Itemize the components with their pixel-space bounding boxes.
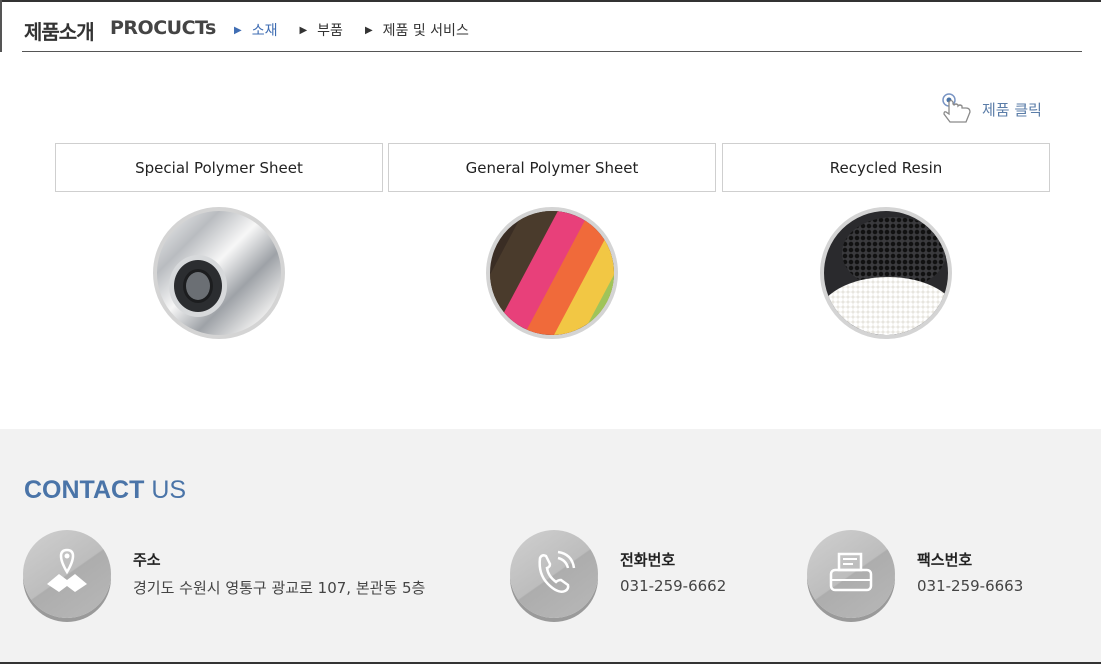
- hint-label: 제품 클릭: [982, 100, 1042, 119]
- resin-pellets-image[interactable]: [820, 207, 952, 339]
- triangle-right-icon: ▶: [234, 24, 242, 36]
- phone-icon: [510, 530, 598, 618]
- tab-label: 부품: [317, 23, 343, 39]
- white-pellets-shape: [824, 277, 948, 335]
- section-header: 제품소개 PROCUCTs ▶ 소재 ▶ 부품 ▶ 제품 및 서비스: [22, 0, 1082, 52]
- contact-phone: 전화번호 031-259-6662: [510, 530, 726, 618]
- tab-products-services[interactable]: ▶ 제품 및 서비스: [365, 20, 469, 40]
- triangle-right-icon: ▶: [299, 24, 308, 36]
- phone-value[interactable]: 031-259-6662: [620, 577, 726, 595]
- contact-heading-strong: CONTACT: [24, 476, 145, 504]
- contact-label: 주소: [133, 551, 161, 569]
- tab-label: 소재: [251, 23, 278, 39]
- product-card-general-polymer[interactable]: General Polymer Sheet: [388, 143, 716, 339]
- contact-label: 전화번호: [620, 551, 676, 569]
- tab-materials[interactable]: ▶ 소재: [234, 20, 277, 40]
- tab-label: 제품 및 서비스: [382, 23, 469, 39]
- fax-value: 031-259-6663: [917, 577, 1024, 595]
- hand-pointer-icon: [942, 93, 971, 123]
- product-label[interactable]: General Polymer Sheet: [388, 143, 716, 192]
- contact-footer: CONTACT US 주소 경기도 수원시 영통구 광교로 107, 본관동 5…: [0, 429, 1101, 664]
- header-left-border: [0, 0, 2, 52]
- map-pin-icon: [23, 530, 111, 618]
- contact-heading: CONTACT US: [24, 476, 186, 505]
- tab-parts[interactable]: ▶ 부품: [299, 20, 342, 40]
- contact-heading-light: US: [151, 476, 187, 504]
- page-title: 제품소개: [24, 20, 95, 44]
- roll-core-shape: [183, 269, 213, 303]
- address-value: 경기도 수원시 영통구 광교로 107, 본관동 5층: [133, 579, 426, 597]
- category-tabs: ▶ 소재 ▶ 부품 ▶ 제품 및 서비스: [234, 20, 491, 40]
- product-label[interactable]: Recycled Resin: [722, 143, 1050, 192]
- product-card-special-polymer[interactable]: Special Polymer Sheet: [55, 143, 383, 339]
- contact-fax: 팩스번호 031-259-6663: [807, 530, 1023, 618]
- contact-label: 팩스번호: [917, 551, 973, 569]
- product-label[interactable]: Special Polymer Sheet: [55, 143, 383, 192]
- contact-address: 주소 경기도 수원시 영통구 광교로 107, 본관동 5층: [23, 530, 425, 618]
- page-subtitle: PROCUCTs: [110, 17, 216, 39]
- polymer-sheet-roll-image[interactable]: [153, 207, 285, 339]
- product-click-hint: 제품 클릭: [940, 92, 1042, 126]
- colored-fabric-sheets-image[interactable]: [486, 207, 618, 339]
- product-card-recycled-resin[interactable]: Recycled Resin: [722, 143, 1050, 339]
- fax-icon: [807, 530, 895, 618]
- triangle-right-icon: ▶: [364, 24, 373, 36]
